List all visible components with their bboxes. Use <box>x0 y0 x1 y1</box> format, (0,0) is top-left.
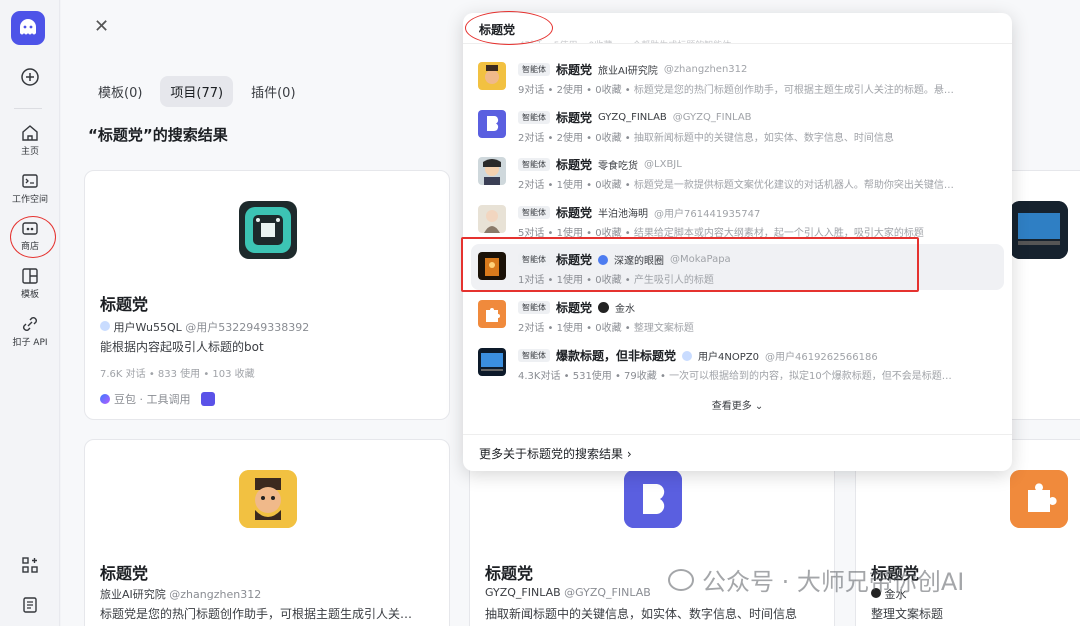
result-meta: 9对话 • 2使用 • 0收藏 • 标题党是您的热门标题创作助手，可根据主题生成… <box>518 85 954 96</box>
bot-avatar <box>478 348 506 376</box>
result-tabs: 模板(0) 项目(77) 插件(0) <box>88 76 306 107</box>
wechat-icon <box>668 568 694 591</box>
plugin-cube-icon <box>200 392 215 406</box>
bot-avatar <box>1010 470 1068 528</box>
bot-avatar <box>624 470 682 528</box>
sidebar-item-api[interactable]: 扣子 API <box>0 315 60 348</box>
result-name: 标题党 <box>556 206 593 220</box>
watermark: 公众号 · 大师兄带你创AI <box>668 562 964 597</box>
sidebar-item-label: 工作空间 <box>11 195 48 205</box>
user-icon <box>100 321 110 331</box>
result-author: GYZQ_FINLAB <box>598 112 667 123</box>
sidebar-item-label: 扣子 API <box>12 338 48 348</box>
bot-avatar <box>239 201 297 259</box>
grid-icon <box>22 557 38 573</box>
card-description: 整理文案标题 <box>871 607 944 621</box>
result-name: 标题党 <box>556 111 593 125</box>
result-handle: @GYZQ_FINLAB <box>672 112 752 123</box>
user-avatar <box>598 302 610 313</box>
highlight-circle-store <box>10 216 56 258</box>
result-handle: @用户761441935747 <box>654 209 761 220</box>
result-meta: 2对话 • 2使用 • 0收藏 • 抽取新闻标题中的关键信息，如实体、数字信息、… <box>518 133 894 144</box>
more-results-link[interactable]: 更多关于标题党的搜索结果 › <box>479 445 632 462</box>
tab-projects[interactable]: 项目(77) <box>160 76 234 107</box>
workspace-icon <box>22 174 38 188</box>
chevron-down-icon: ⌄ <box>754 401 764 412</box>
chevron-right-icon: › <box>626 447 632 461</box>
result-handle: @LXBJL <box>644 159 682 170</box>
result-name: 标题党 <box>556 158 593 172</box>
card-description: 能根据内容起吸引人标题的bot <box>100 340 264 354</box>
agent-badge: 智能体 <box>518 206 550 219</box>
bot-avatar <box>239 470 297 528</box>
result-name: 标题党 <box>556 63 593 77</box>
suggestion-row[interactable]: 智能体 爆款标题，但非标题党 用户4NOPZ0 @用户4619262566186 4.… <box>471 340 1004 386</box>
sidebar: 主页 工作空间 商店 模板 扣子 API <box>0 0 60 626</box>
result-author: 零食吃货 <box>598 161 639 172</box>
result-name: 爆款标题，但非标题党 <box>556 349 677 363</box>
sidebar-item-label: 模板 <box>20 290 39 300</box>
result-author: 半泊池海明 <box>598 209 649 220</box>
template-icon <box>22 268 38 284</box>
apps-grid-button[interactable] <box>0 556 60 574</box>
document-icon <box>23 597 37 613</box>
bot-avatar <box>478 62 506 90</box>
card-description: 抽取新闻标题中的关键信息，如实体、数字信息、时间信息 <box>485 607 798 621</box>
result-author: 用户4NOPZ0 <box>698 352 759 363</box>
tab-templates[interactable]: 模板(0) <box>88 76 152 107</box>
highlight-rect-result <box>461 237 919 292</box>
card-author: 用户Wu55QL @用户5322949338392 <box>100 319 309 335</box>
card-stats: 7.6K 对话 • 833 使用 • 103 收藏 <box>100 369 255 380</box>
sidebar-item-templates[interactable]: 模板 <box>0 267 60 300</box>
agent-badge: 智能体 <box>518 111 550 124</box>
suggestion-row[interactable]: 智能体 标题党 GYZQ_FINLAB @GYZQ_FINLAB 2对话 • 2使用 … <box>471 102 1004 148</box>
card-model: 豆包 · 工具调用 <box>100 391 215 407</box>
result-handle: @用户4619262566186 <box>764 352 878 363</box>
close-icon[interactable]: ✕ <box>94 16 109 37</box>
result-author: 金水 <box>615 304 636 315</box>
bot-avatar <box>478 110 506 138</box>
page-title: “标题党”的搜索结果 <box>88 126 228 144</box>
card-title: 标题党 <box>100 295 149 314</box>
user-icon <box>682 350 693 361</box>
result-author: 旅业AI研究院 <box>598 66 658 77</box>
bot-avatar <box>478 205 506 233</box>
create-button[interactable] <box>0 67 60 87</box>
tab-plugins[interactable]: 插件(0) <box>241 76 305 107</box>
agent-badge: 智能体 <box>518 158 550 171</box>
suggestion-row[interactable]: 智能体 标题党 零食吃货 @LXBJL 2对话 • 1使用 • 0收藏 • 标题党是一… <box>471 149 1004 195</box>
card-description: 标题党是您的热门标题创作助手，可根据主题生成引人关… <box>100 607 413 621</box>
sidebar-item-home[interactable]: 主页 <box>0 124 60 157</box>
bot-avatar <box>1010 201 1068 259</box>
sidebar-item-label: 主页 <box>20 147 39 157</box>
bot-avatar <box>478 300 506 328</box>
card-author: 旅业AI研究院 @zhangzhen312 <box>100 588 262 601</box>
coze-logo-icon[interactable] <box>11 11 45 45</box>
suggestion-row[interactable]: 智能体 标题党 旅业AI研究院 @zhangzhen312 9对话 • 2使用 • 0… <box>471 54 1004 100</box>
result-meta: 4.3K对话 • 531使用 • 79收藏 • 一次可以根据给到的内容，拟定10… <box>518 371 952 382</box>
card-title: 标题党 <box>485 564 534 583</box>
result-card[interactable]: 标题党 旅业AI研究院 @zhangzhen312 标题党是您的热门标题创作助手… <box>84 439 450 626</box>
result-meta: 2对话 • 1使用 • 0收藏 • 整理文案标题 <box>518 323 694 334</box>
agent-badge: 智能体 <box>518 349 550 362</box>
suggestion-row[interactable]: 智能体 标题党 金水 2对话 • 1使用 • 0收藏 • 整理文案标题 <box>471 292 1004 338</box>
result-name: 标题党 <box>556 301 593 315</box>
home-icon <box>22 125 38 141</box>
card-author: GYZQ_FINLAB @GYZQ_FINLAB <box>485 586 651 599</box>
docs-button[interactable] <box>0 596 60 614</box>
result-card[interactable]: 标题党 用户Wu55QL @用户5322949338392 能根据内容起吸引人标… <box>84 170 450 420</box>
result-handle: @zhangzhen312 <box>663 64 748 75</box>
show-more-button[interactable]: 查看更多 ⌄ <box>463 397 1012 412</box>
highlight-circle-search <box>465 11 553 45</box>
bot-avatar <box>478 157 506 185</box>
sidebar-item-workspace[interactable]: 工作空间 <box>0 172 60 205</box>
card-title: 标题党 <box>100 564 149 583</box>
agent-badge: 智能体 <box>518 63 550 76</box>
plus-circle-icon <box>21 68 39 86</box>
api-icon <box>23 317 37 331</box>
agent-badge: 智能体 <box>518 301 550 314</box>
result-meta: 2对话 • 1使用 • 0收藏 • 标题党是一款提供标题文案优化建议的对话机器人… <box>518 180 954 191</box>
doubao-icon <box>100 394 110 404</box>
